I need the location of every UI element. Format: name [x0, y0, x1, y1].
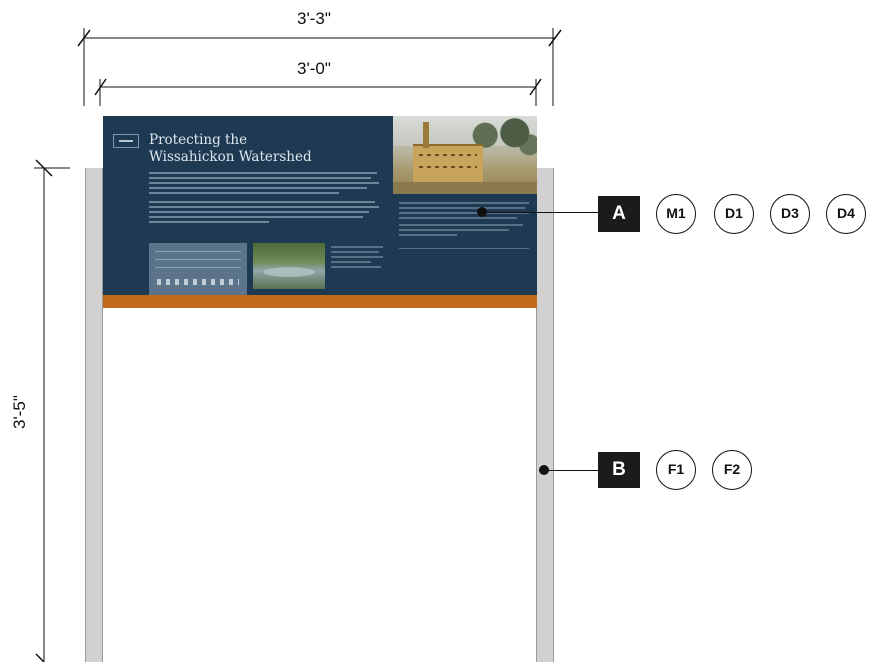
callout-a-tag: A [598, 196, 640, 232]
panel-width-label: 3'-0" [297, 59, 331, 78]
callout-a-code: M1 [656, 194, 696, 234]
callout-b-tag: B [598, 452, 640, 488]
body-text-line [149, 211, 369, 213]
watershed-chart-image [149, 243, 247, 296]
overall-height-tick-bottom [35, 653, 45, 662]
overall-height-label: 3'-5" [10, 395, 29, 429]
side-caption-text-line [331, 256, 383, 258]
dimension-lines [34, 28, 562, 662]
divider-line [399, 248, 529, 249]
callout-a-code: D4 [826, 194, 866, 234]
body-text-line [149, 172, 377, 174]
overall-width-label: 3'-3" [297, 9, 331, 28]
body-text-line [149, 177, 371, 179]
caption-text-line [399, 207, 525, 209]
panel-title: Protecting the Wissahickon Watershed [149, 132, 312, 165]
logo-mark-icon [113, 134, 139, 148]
caption-text-line [399, 202, 529, 204]
caption-text-line [399, 217, 517, 219]
creek-photo-image [253, 243, 325, 289]
post-left [85, 168, 103, 662]
callout-a-code: D3 [770, 194, 810, 234]
body-text-line [149, 216, 363, 218]
sign-panel: Protecting the Wissahickon Watershed [103, 116, 537, 296]
body-text-line [149, 192, 339, 194]
caption-text-line [399, 229, 509, 231]
callout-b-code: F1 [656, 450, 696, 490]
panel-accent-band [103, 295, 537, 308]
callout-a-leader [482, 212, 598, 213]
side-caption-text-line [331, 261, 371, 263]
side-caption-text-line [331, 251, 379, 253]
caption-text-line [399, 224, 523, 226]
body-text-line [149, 187, 367, 189]
side-caption-text-line [331, 266, 381, 268]
side-caption-text-line [331, 246, 383, 248]
body-text-line [149, 201, 375, 203]
body-text-line [149, 182, 379, 184]
body-text-line [149, 221, 269, 223]
body-text-line [149, 206, 379, 208]
historic-mill-image [393, 116, 537, 194]
callout-a-code: D1 [714, 194, 754, 234]
callout-b-code: F2 [712, 450, 752, 490]
post-right [536, 168, 554, 662]
callout-b-leader [544, 470, 598, 471]
caption-text-line [399, 234, 457, 236]
